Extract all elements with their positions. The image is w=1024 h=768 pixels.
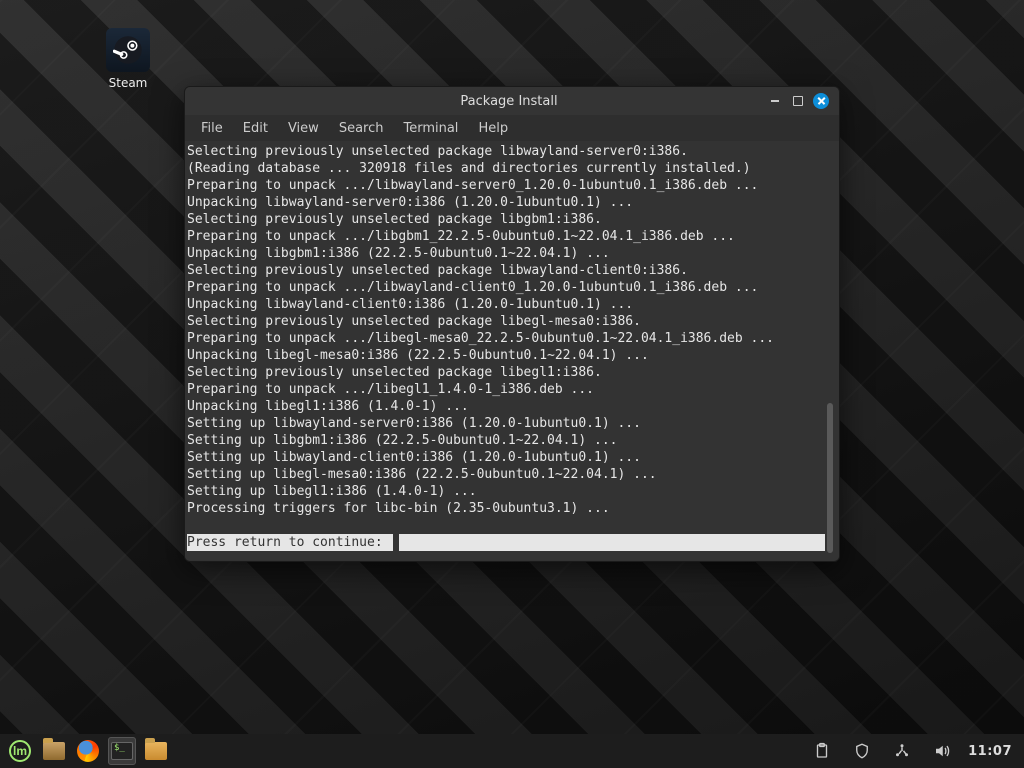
terminal-output: Selecting previously unselected package … <box>187 143 825 559</box>
taskbar: lm 11:07 <box>0 734 1024 768</box>
window-title: Package Install <box>251 94 767 109</box>
system-tray: 11:07 <box>808 737 1018 765</box>
desktop-icon-steam[interactable]: Steam <box>96 28 160 90</box>
window-titlebar[interactable]: Package Install <box>185 87 839 115</box>
taskbar-show-desktop[interactable] <box>40 737 68 765</box>
prompt-text: Press return to continue: <box>187 534 393 551</box>
terminal-window: Package Install File Edit View Search Te… <box>184 86 840 562</box>
start-menu-button[interactable]: lm <box>6 737 34 765</box>
tray-clipboard-icon[interactable] <box>808 737 836 765</box>
firefox-icon <box>77 740 99 762</box>
scrollbar-thumb[interactable] <box>827 403 833 553</box>
mint-logo-icon: lm <box>9 740 31 762</box>
menu-file[interactable]: File <box>193 119 231 138</box>
folder-icon <box>145 742 167 760</box>
taskbar-clock[interactable]: 11:07 <box>968 744 1012 759</box>
terminal-icon <box>111 742 133 760</box>
window-minimize-button[interactable] <box>767 93 783 109</box>
menu-view[interactable]: View <box>280 119 327 138</box>
window-close-button[interactable] <box>813 93 829 109</box>
taskbar-files[interactable] <box>142 737 170 765</box>
tray-shield-icon[interactable] <box>848 737 876 765</box>
menu-edit[interactable]: Edit <box>235 119 276 138</box>
window-maximize-button[interactable] <box>793 96 803 106</box>
terminal-prompt[interactable]: Press return to continue: <box>187 534 825 551</box>
taskbar-firefox[interactable] <box>74 737 102 765</box>
menu-help[interactable]: Help <box>470 119 516 138</box>
prompt-cursor <box>399 534 826 551</box>
menu-search[interactable]: Search <box>331 119 392 138</box>
folder-icon <box>43 742 65 760</box>
tray-volume-icon[interactable] <box>928 737 956 765</box>
terminal-scrollbar[interactable] <box>825 143 835 559</box>
taskbar-terminal[interactable] <box>108 737 136 765</box>
menu-terminal[interactable]: Terminal <box>395 119 466 138</box>
tray-network-icon[interactable] <box>888 737 916 765</box>
menubar: File Edit View Search Terminal Help <box>185 115 839 141</box>
desktop-icon-label: Steam <box>96 76 160 90</box>
terminal-body[interactable]: Selecting previously unselected package … <box>185 141 839 561</box>
steam-icon <box>106 28 150 72</box>
